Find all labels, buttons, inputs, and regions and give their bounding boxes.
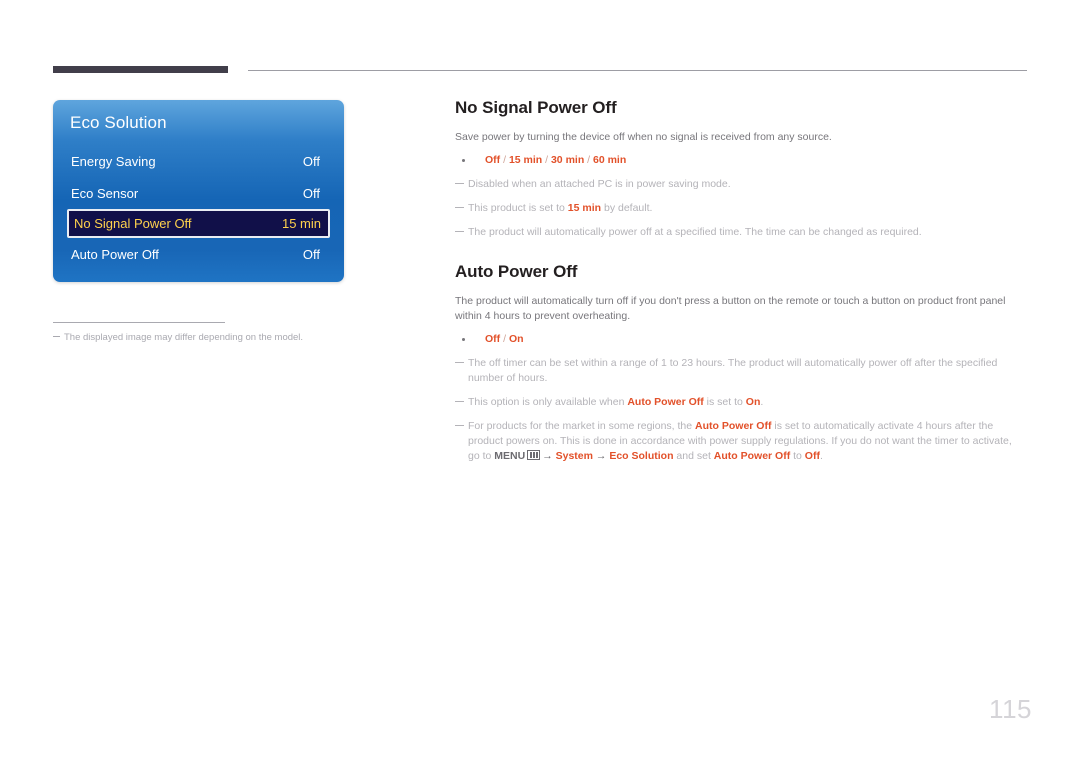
osd-row-label: Auto Power Off xyxy=(71,246,159,262)
em-dash-icon xyxy=(455,425,464,426)
note-only-available-when-on: This option is only available when Auto … xyxy=(455,395,1025,410)
note-highlight: System xyxy=(555,450,593,462)
em-dash-icon xyxy=(455,401,464,402)
note-text: . xyxy=(819,450,823,462)
osd-row-value: Off xyxy=(302,246,320,262)
arrow-right-icon: → xyxy=(595,450,607,462)
note-highlight: Auto Power Off xyxy=(695,420,772,432)
osd-row-label: Eco Sensor xyxy=(71,185,139,201)
options-item: Off / 15 min / 30 min / 60 min xyxy=(455,153,1025,168)
note-text: by default. xyxy=(601,202,653,214)
note-text: This option is only available when xyxy=(468,396,628,408)
section-body-no-signal-power-off: Save power by turning the device off whe… xyxy=(455,131,832,143)
osd-row-label: No Signal Power Off xyxy=(74,216,192,231)
options-list-auto-power-off: Off / On xyxy=(455,332,1025,347)
note-highlight: Eco Solution xyxy=(609,450,674,462)
left-footnote-text: The displayed image may differ depending… xyxy=(64,332,304,343)
note-power-off-specified-time: The product will automatically power off… xyxy=(455,225,1025,240)
option-value: Off xyxy=(485,333,501,345)
em-dash-icon xyxy=(455,207,464,208)
osd-row-value: Off xyxy=(302,185,320,201)
options-item: Off / On xyxy=(455,332,1025,347)
option-value: Off xyxy=(485,154,501,166)
note-text: is set to xyxy=(703,396,746,408)
option-separator: / xyxy=(584,154,593,166)
bullet-dot-icon xyxy=(462,159,465,162)
em-dash-icon xyxy=(53,336,60,337)
note-off-timer-range: The off timer can be set within a range … xyxy=(455,356,1025,386)
osd-panel-title: Eco Solution xyxy=(70,113,167,132)
section-title-no-signal-power-off: No Signal Power Off xyxy=(455,98,617,117)
option-separator: / xyxy=(542,154,551,166)
header-rule-thin xyxy=(248,70,1027,71)
section-body-auto-power-off: The product will automatically turn off … xyxy=(455,295,1006,322)
em-dash-icon xyxy=(455,231,464,232)
osd-row-value: Off xyxy=(302,153,320,169)
osd-row-value: 15 min xyxy=(281,216,321,231)
osd-row-label: Energy Saving xyxy=(71,153,156,169)
note-text: The off timer can be set within a range … xyxy=(468,357,998,384)
option-separator: / xyxy=(500,333,509,345)
note-highlight: Off xyxy=(804,450,820,462)
osd-row-auto-power-off[interactable]: Auto Power Off Off xyxy=(71,238,326,270)
page-header-rules xyxy=(0,0,1080,80)
em-dash-icon xyxy=(455,362,464,363)
note-text: . xyxy=(760,396,764,408)
options-list-no-signal-power-off: Off / 15 min / 30 min / 60 min xyxy=(455,153,1025,168)
option-value: 15 min xyxy=(508,154,543,166)
content-column: No Signal Power Off Save power by turnin… xyxy=(455,98,1025,464)
menu-label: MENU xyxy=(494,450,526,462)
note-highlight: 15 min xyxy=(567,202,602,214)
osd-row-eco-sensor[interactable]: Eco Sensor Off xyxy=(71,177,326,209)
osd-menu-list: Energy Saving Off Eco Sensor Off No Sign… xyxy=(53,145,344,270)
note-regional-power-regulations: For products for the market in some regi… xyxy=(455,419,1025,464)
menu-grid-icon xyxy=(527,450,541,460)
note-text: and set xyxy=(673,450,714,462)
note-text: The product will automatically power off… xyxy=(468,226,922,238)
em-dash-icon xyxy=(455,183,464,184)
option-value: 30 min xyxy=(550,154,585,166)
option-value: On xyxy=(508,333,524,345)
arrow-right-icon: → xyxy=(542,450,553,462)
note-highlight: Auto Power Off xyxy=(627,396,704,408)
left-footnote: The displayed image may differ depending… xyxy=(53,331,383,345)
bullet-dot-icon xyxy=(462,338,465,341)
note-disabled-attached-pc: Disabled when an attached PC is in power… xyxy=(455,177,1025,192)
osd-menu-panel: Eco Solution Energy Saving Off Eco Senso… xyxy=(53,100,344,282)
section-title-auto-power-off: Auto Power Off xyxy=(455,262,578,281)
osd-row-no-signal-power-off[interactable]: No Signal Power Off 15 min xyxy=(67,209,330,238)
note-text: This product is set to xyxy=(468,202,568,214)
header-rule-thick xyxy=(53,66,228,73)
osd-row-energy-saving[interactable]: Energy Saving Off xyxy=(71,145,326,177)
option-separator: / xyxy=(500,154,509,166)
note-text: For products for the market in some regi… xyxy=(468,420,696,432)
option-value: 60 min xyxy=(593,154,627,166)
note-highlight: Auto Power Off xyxy=(713,450,791,462)
note-highlight: On xyxy=(745,396,761,408)
left-footnote-divider xyxy=(53,322,225,323)
note-text: Disabled when an attached PC is in power… xyxy=(468,178,731,190)
note-default-15min: This product is set to 15 min by default… xyxy=(455,201,1025,216)
note-text: to xyxy=(790,450,805,462)
page-number: 115 xyxy=(989,694,1032,724)
